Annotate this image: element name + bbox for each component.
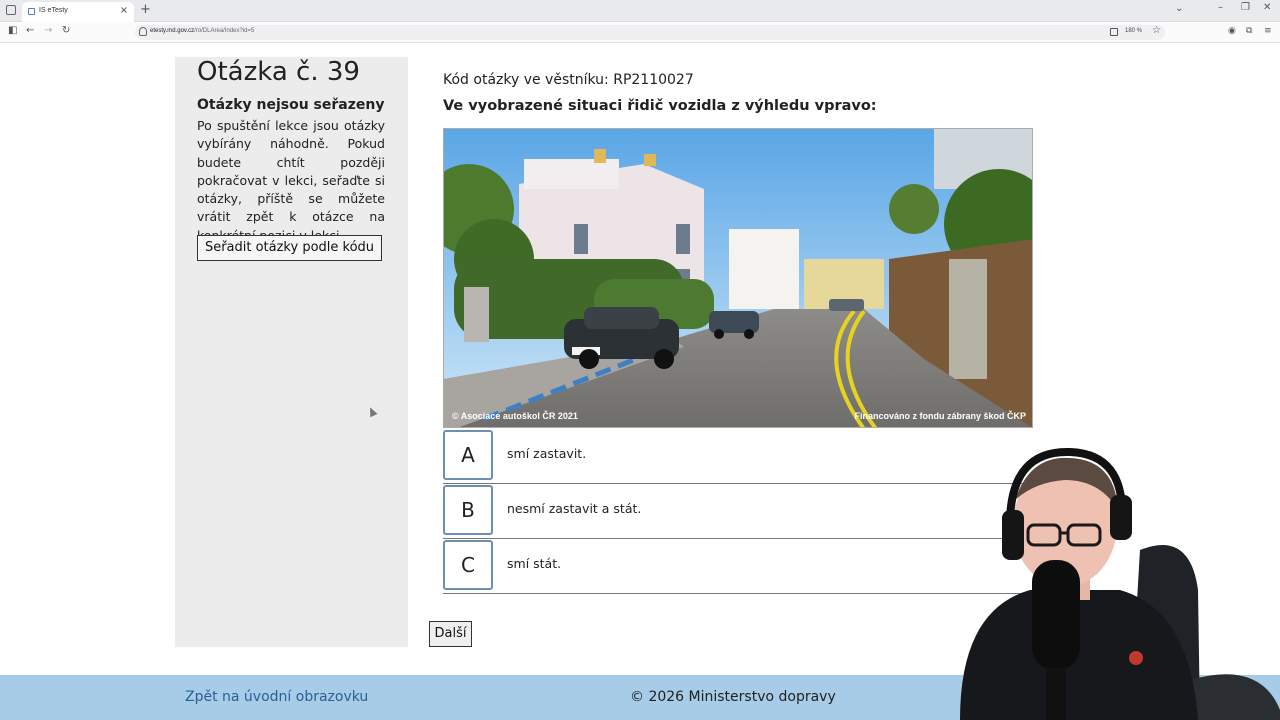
address-bar[interactable]: etesty.md.gov.cz/ro/DLArea/Index?id=5 18… — [135, 25, 1165, 40]
situation-photo: © Asociace autoškol ČR 2021 Financováno … — [443, 128, 1033, 428]
site-info-icon[interactable] — [139, 27, 147, 36]
unsorted-heading: Otázky nejsou seřazeny — [197, 97, 385, 113]
question-text: Ve vyobrazené situaci řidič vozidla z vý… — [443, 98, 877, 114]
bookmark-star-icon[interactable]: ☆ — [1152, 25, 1161, 36]
answer-letter-box[interactable]: B — [443, 485, 493, 535]
answer-option-b[interactable]: B nesmí zastavit a stát. — [443, 484, 1023, 539]
tab-title: IS eTesty — [39, 7, 68, 14]
footer-copyright: © 2026 Ministerstvo dopravy — [630, 689, 836, 705]
answer-text: nesmí zastavit a stát. — [507, 501, 642, 516]
site-favicon-icon — [28, 8, 35, 15]
minimize-icon[interactable]: – — [1218, 2, 1223, 13]
zoom-level[interactable]: 180 % — [1125, 28, 1142, 34]
tab-search-chevron-down-icon[interactable]: ⌄ — [1175, 3, 1183, 14]
sort-by-code-button[interactable]: Seřadit otázky podle kódu — [197, 235, 382, 261]
sidebar-toggle-icon[interactable]: ◧ — [8, 25, 17, 36]
photo-credit-right: Financováno z fondu zábrany škod ČKP — [854, 410, 1026, 421]
back-to-home-link[interactable]: Zpět na úvodní obrazovku — [185, 689, 368, 705]
answer-letter-box[interactable]: C — [443, 540, 493, 590]
street-scene-image: © Asociace autoškol ČR 2021 Financováno … — [444, 129, 1032, 427]
reload-icon[interactable]: ↻ — [62, 25, 70, 36]
tab-actions-icon[interactable] — [6, 5, 16, 15]
forward-arrow-icon[interactable]: → — [44, 25, 52, 36]
answer-option-a[interactable]: A smí zastavit. — [443, 429, 1023, 484]
lesson-sidebar: Otázka č. 39 Otázky nejsou seřazeny Po s… — [175, 57, 408, 647]
new-tab-button[interactable]: + — [140, 2, 151, 17]
extensions-icon[interactable]: ⧉ — [1246, 26, 1252, 36]
streamer-image — [960, 447, 1280, 720]
tab-close-icon[interactable]: × — [120, 5, 128, 16]
browser-tab-bar: IS eTesty × + ⌄ – ❐ ✕ — [0, 0, 1280, 22]
answer-text: smí stát. — [507, 556, 562, 571]
photo-credit-left: © Asociace autoškol ČR 2021 — [452, 410, 578, 421]
question-number: Otázka č. 39 — [197, 57, 360, 87]
next-button[interactable]: Další — [429, 621, 472, 647]
profile-icon[interactable]: ◉ — [1228, 26, 1236, 36]
question-code: Kód otázky ve věstníku: RP2110027 — [443, 72, 694, 88]
zoom-icon[interactable] — [1110, 28, 1118, 36]
url-text: etesty.md.gov.cz/ro/DLArea/Index?id=5 — [150, 28, 255, 34]
window-close-icon[interactable]: ✕ — [1263, 2, 1271, 13]
answer-letter-box[interactable]: A — [443, 430, 493, 480]
menu-icon[interactable]: ≡ — [1264, 26, 1272, 36]
restore-icon[interactable]: ❐ — [1241, 2, 1250, 13]
unsorted-description: Po spuštění lekce jsou otázky vybírány n… — [197, 118, 385, 243]
webcam-overlay — [940, 440, 1280, 720]
answer-option-c[interactable]: C smí stát. — [443, 539, 1023, 594]
browser-toolbar: ◧ ← → ↻ etesty.md.gov.cz/ro/DLArea/Index… — [0, 22, 1280, 43]
back-arrow-icon[interactable]: ← — [26, 25, 34, 36]
browser-tab[interactable]: IS eTesty × — [22, 2, 134, 22]
answer-text: smí zastavit. — [507, 446, 587, 461]
